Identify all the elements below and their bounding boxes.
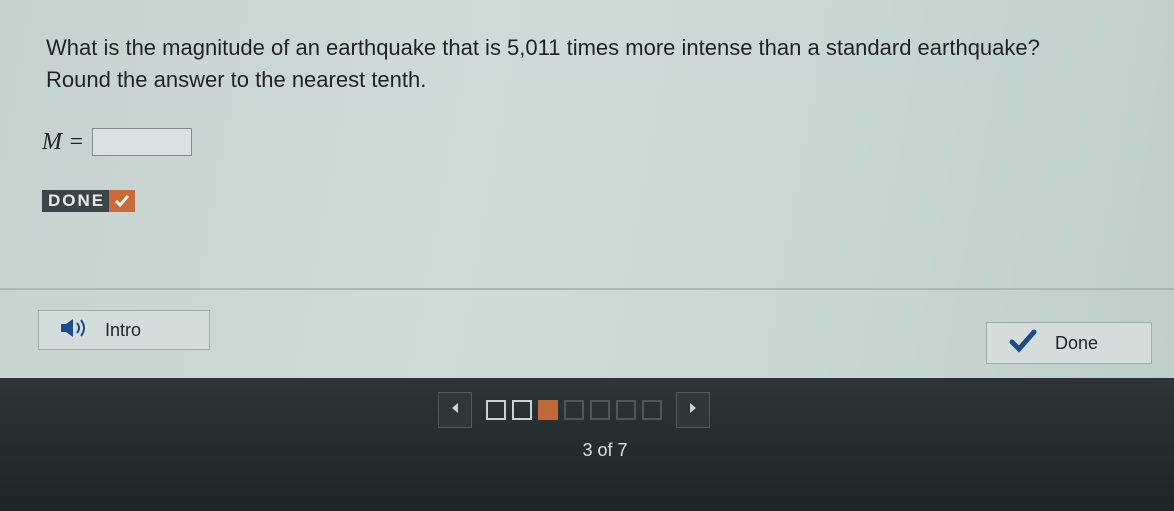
progress-step-7[interactable]: [642, 400, 662, 420]
question-panel: What is the magnitude of an earthquake t…: [0, 0, 1174, 378]
answer-input[interactable]: [92, 128, 193, 156]
previous-button[interactable]: [438, 392, 472, 428]
answer-row: M =: [42, 128, 193, 156]
done-badge-label: DONE: [48, 191, 106, 210]
chevron-right-icon: [688, 401, 698, 419]
checkmark-icon: [109, 190, 136, 212]
checkmark-icon: [1009, 329, 1037, 358]
done-button[interactable]: Done: [986, 322, 1152, 364]
progress-step-6[interactable]: [616, 400, 636, 420]
chevron-left-icon: [450, 401, 460, 419]
divider: [0, 288, 1174, 290]
intro-label: Intro: [105, 319, 142, 340]
question-line-2: Round the answer to the nearest tenth.: [46, 67, 427, 92]
progress-step-4[interactable]: [564, 400, 584, 420]
progress-step-3[interactable]: [538, 400, 558, 420]
question-text: What is the magnitude of an earthquake t…: [46, 32, 1146, 96]
page-counter: 3 of 7: [582, 440, 628, 460]
answer-variable-label: M =: [42, 128, 85, 155]
intro-button[interactable]: Intro: [38, 310, 210, 350]
progress-step-2[interactable]: [512, 400, 532, 420]
question-line-1: What is the magnitude of an earthquake t…: [46, 35, 1040, 60]
pager: [438, 392, 710, 428]
progress-step-1[interactable]: [486, 400, 506, 420]
done-label: Done: [1055, 332, 1099, 353]
progress-step-5[interactable]: [590, 400, 610, 420]
done-badge-button[interactable]: DONE: [42, 190, 136, 212]
speaker-icon: [59, 317, 91, 344]
progress-steps: [486, 400, 662, 420]
next-button[interactable]: [676, 392, 710, 428]
